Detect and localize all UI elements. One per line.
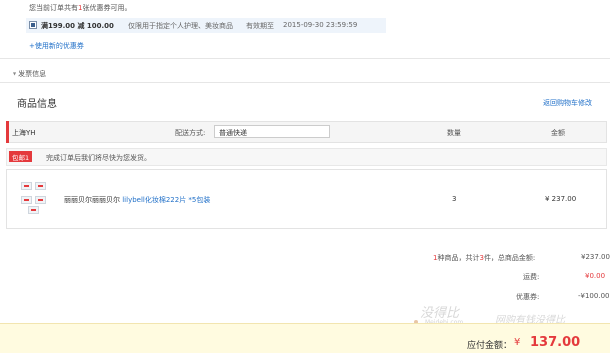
- shipping-method-label: 配送方式:: [175, 129, 206, 137]
- product-quantity: 3: [452, 195, 457, 203]
- coupon-discount-value: -¥100.00: [578, 292, 610, 300]
- kinds-label: 种商品，共计: [437, 254, 480, 262]
- product-name[interactable]: 丽丽贝尔丽丽贝尔 lilybell化妆棉222片 *5包装: [64, 195, 210, 205]
- divider: [0, 82, 610, 83]
- coupon-checkbox[interactable]: [29, 21, 37, 29]
- coupon-amount: 满199.00 减 100.00: [41, 22, 114, 30]
- free-shipping-badge: 包邮1: [9, 151, 33, 162]
- total-goods-amount: ¥237.00: [581, 253, 610, 261]
- coupon-available-notice: 您当前订单共有1张优惠券可用。: [29, 3, 131, 13]
- shipping-fee-value: ¥0.00: [585, 272, 606, 280]
- coupon-scope: 仅限用于指定个人护理、美妆商品: [128, 22, 233, 30]
- invoice-section-toggle[interactable]: 发票信息: [13, 69, 46, 79]
- payable-currency: ¥: [514, 337, 521, 348]
- warehouse-marker: [6, 121, 9, 143]
- divider: [0, 58, 610, 59]
- payable-amount: 137.00: [530, 335, 581, 350]
- coupon-valid-date: 2015-09-30 23:59:59: [283, 21, 358, 29]
- package-icon: [21, 196, 32, 204]
- order-summary-line: 1种商品，共计3件，总商品金额:: [433, 253, 535, 263]
- promo-text: 完成订单后我们将尽快为您发货。: [46, 154, 151, 162]
- package-icon: [35, 196, 46, 204]
- warehouse-name: 上海YH: [12, 129, 36, 137]
- count-label: 件，总商品金额:: [483, 254, 536, 262]
- product-amount: ¥ 237.00: [545, 195, 577, 203]
- coupon-discount-label: 优惠券:: [516, 293, 540, 301]
- product-brand: 丽丽贝尔丽丽贝尔: [64, 196, 123, 204]
- column-header-quantity: 数量: [447, 129, 461, 137]
- goods-section-title: 商品信息: [17, 99, 57, 110]
- package-icon: [21, 182, 32, 190]
- notice-prefix: 您当前订单共有: [29, 4, 78, 12]
- notice-suffix: 张优惠券可用。: [82, 4, 132, 12]
- product-link[interactable]: lilybell化妆棉222片 *5包装: [122, 196, 210, 204]
- shipping-method-select[interactable]: 普通快递: [214, 125, 330, 138]
- package-icon: [35, 182, 46, 190]
- column-header-amount: 金额: [551, 129, 565, 137]
- back-to-cart-link[interactable]: 返回购物车修改: [543, 98, 592, 108]
- package-icon: [28, 206, 39, 214]
- coupon-valid-label: 有效期至: [246, 22, 274, 30]
- payable-label: 应付金额：: [467, 341, 513, 351]
- product-thumbnail[interactable]: [17, 178, 55, 218]
- use-new-coupon-link[interactable]: +使用新的优惠券: [29, 41, 84, 51]
- shipping-fee-label: 运费:: [523, 273, 540, 281]
